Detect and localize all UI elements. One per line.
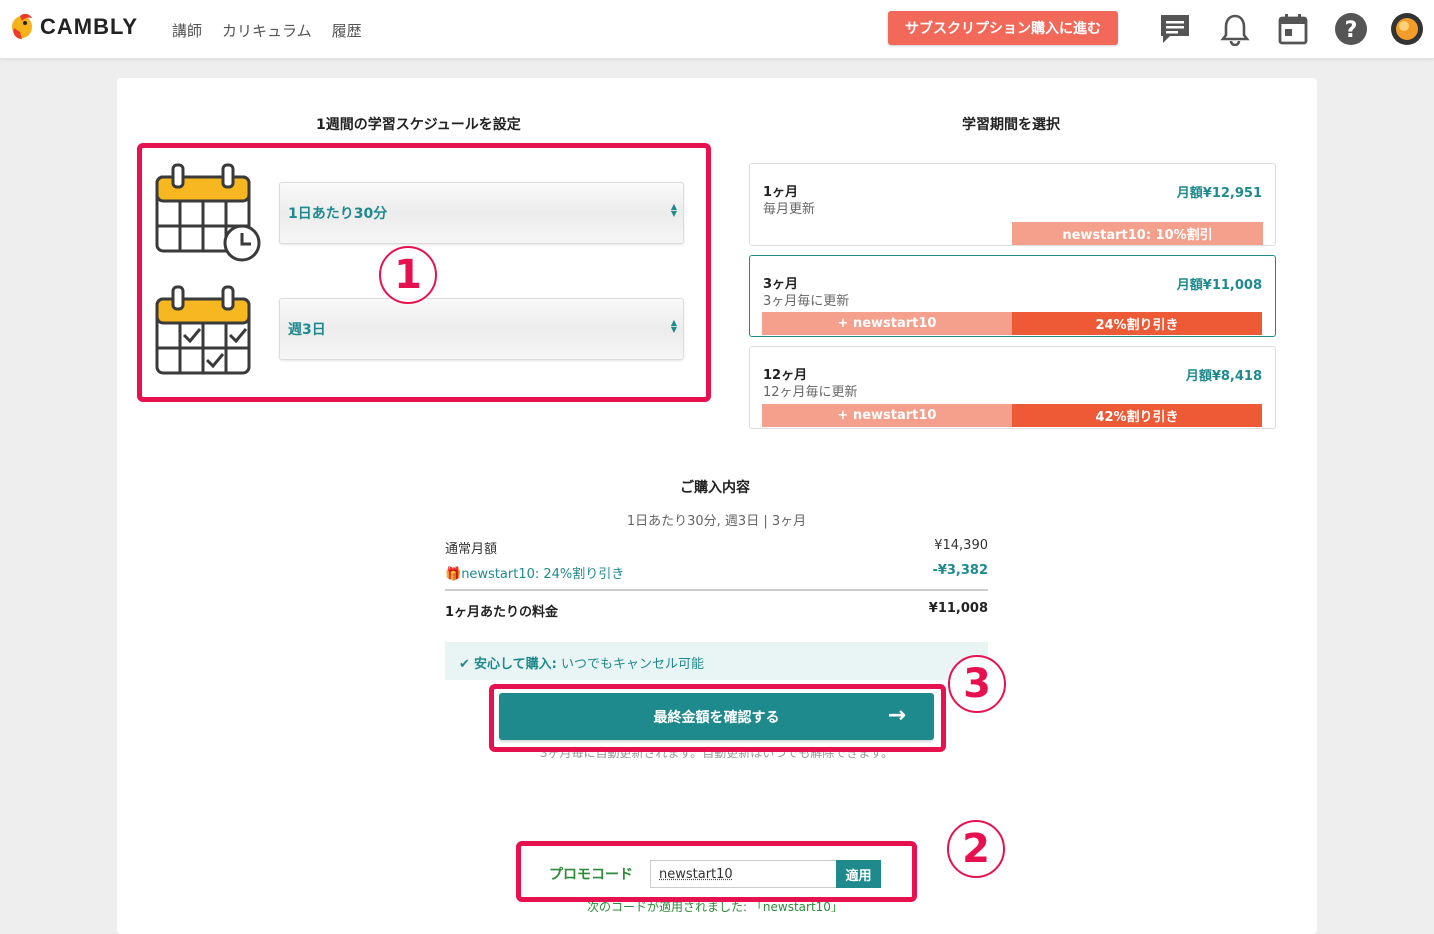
plan-renewal: 毎月更新 xyxy=(763,202,816,217)
annotation-number-2: 2 xyxy=(947,820,1005,878)
annotation-number-3: 3 xyxy=(948,655,1006,713)
bird-logo-icon xyxy=(12,13,32,39)
subscribe-button[interactable]: サブスクリプション購入に進む xyxy=(888,11,1118,45)
main-nav: 講師 カリキュラム 履歴 xyxy=(172,20,362,41)
plan-price: 月額¥8,418 xyxy=(1185,369,1262,384)
svg-text:?: ? xyxy=(1345,18,1358,43)
discount-tag: 24%割り引き xyxy=(1012,312,1262,335)
plan-12-months[interactable]: 12ヶ月 12ヶ月毎に更新 月額¥8,418 + newstart10 42%割… xyxy=(749,346,1276,429)
annotation-box-promo xyxy=(516,841,917,902)
promo-discount-tag: newstart10: 10%割引 xyxy=(1012,222,1263,245)
total-row: 1ヶ月あたりの料金 ¥11,008 xyxy=(445,601,988,620)
discount-label-wrap: 🎁newstart10: 24%割り引き xyxy=(445,563,624,582)
chat-icon[interactable] xyxy=(1158,12,1192,46)
schedule-title: 1週間の学習スケジュールを設定 xyxy=(316,117,521,133)
cancel-anytime-text: ✔ 安心して購入: いつでもキャンセル可能 xyxy=(459,653,704,672)
regular-price-label: 通常月額 xyxy=(445,542,498,557)
period-title: 学習期間を選択 xyxy=(962,117,1060,133)
annotation-number-1: 1 xyxy=(379,246,437,304)
cambly-logo[interactable]: CAMBLY xyxy=(10,12,138,42)
discount-value: -¥3,382 xyxy=(932,563,988,578)
plan-price: 月額¥11,008 xyxy=(1176,278,1262,293)
discount-row: 🎁newstart10: 24%割り引き -¥3,382 xyxy=(445,563,988,582)
regular-price-row: 通常月額 ¥14,390 xyxy=(445,538,988,557)
annotation-box-confirm xyxy=(489,684,946,752)
avatar[interactable] xyxy=(1390,12,1424,46)
brand-name: CAMBLY xyxy=(40,14,139,39)
promo-code-tag: + newstart10 xyxy=(762,312,1012,335)
total-label: 1ヶ月あたりの料金 xyxy=(445,605,559,620)
regular-price-value: ¥14,390 xyxy=(934,538,988,553)
safe-purchase-label: 安心して購入: xyxy=(474,657,557,672)
help-icon[interactable]: ? xyxy=(1334,12,1368,46)
cancel-anytime-label: いつでもキャンセル可能 xyxy=(556,657,704,672)
total-value: ¥11,008 xyxy=(928,601,988,616)
gift-icon: 🎁 xyxy=(445,567,462,582)
bell-icon[interactable] xyxy=(1218,12,1252,46)
plan-renewal: 3ヶ月毎に更新 xyxy=(763,294,850,309)
plan-3-months[interactable]: 3ヶ月 3ヶ月毎に更新 月額¥11,008 + newstart10 24%割り… xyxy=(749,255,1276,337)
summary-title: ご購入内容 xyxy=(680,480,750,496)
summary-detail: 1日あたり30分, 週3日 | 3ヶ月 xyxy=(626,514,807,529)
check-circle-icon: ✔ xyxy=(459,657,470,672)
plan-renewal: 12ヶ月毎に更新 xyxy=(763,385,858,400)
top-bar: CAMBLY 講師 カリキュラム 履歴 サブスクリプション購入に進む ? xyxy=(0,0,1434,59)
plan-price: 月額¥12,951 xyxy=(1176,186,1262,201)
nav-teachers[interactable]: 講師 xyxy=(172,20,202,41)
promo-code-tag: + newstart10 xyxy=(762,404,1012,427)
discount-tag: 42%割り引き xyxy=(1012,404,1262,427)
cancel-anytime-banner: ✔ 安心して購入: いつでもキャンセル可能 xyxy=(445,642,988,680)
discount-label: newstart10: 24%割り引き xyxy=(461,567,625,582)
plan-1-month[interactable]: 1ヶ月 毎月更新 月額¥12,951 newstart10: 10%割引 xyxy=(749,163,1276,246)
nav-history[interactable]: 履歴 xyxy=(332,20,362,41)
nav-curriculum[interactable]: カリキュラム xyxy=(222,20,312,41)
summary-divider xyxy=(445,589,988,591)
calendar-icon[interactable] xyxy=(1276,12,1310,46)
